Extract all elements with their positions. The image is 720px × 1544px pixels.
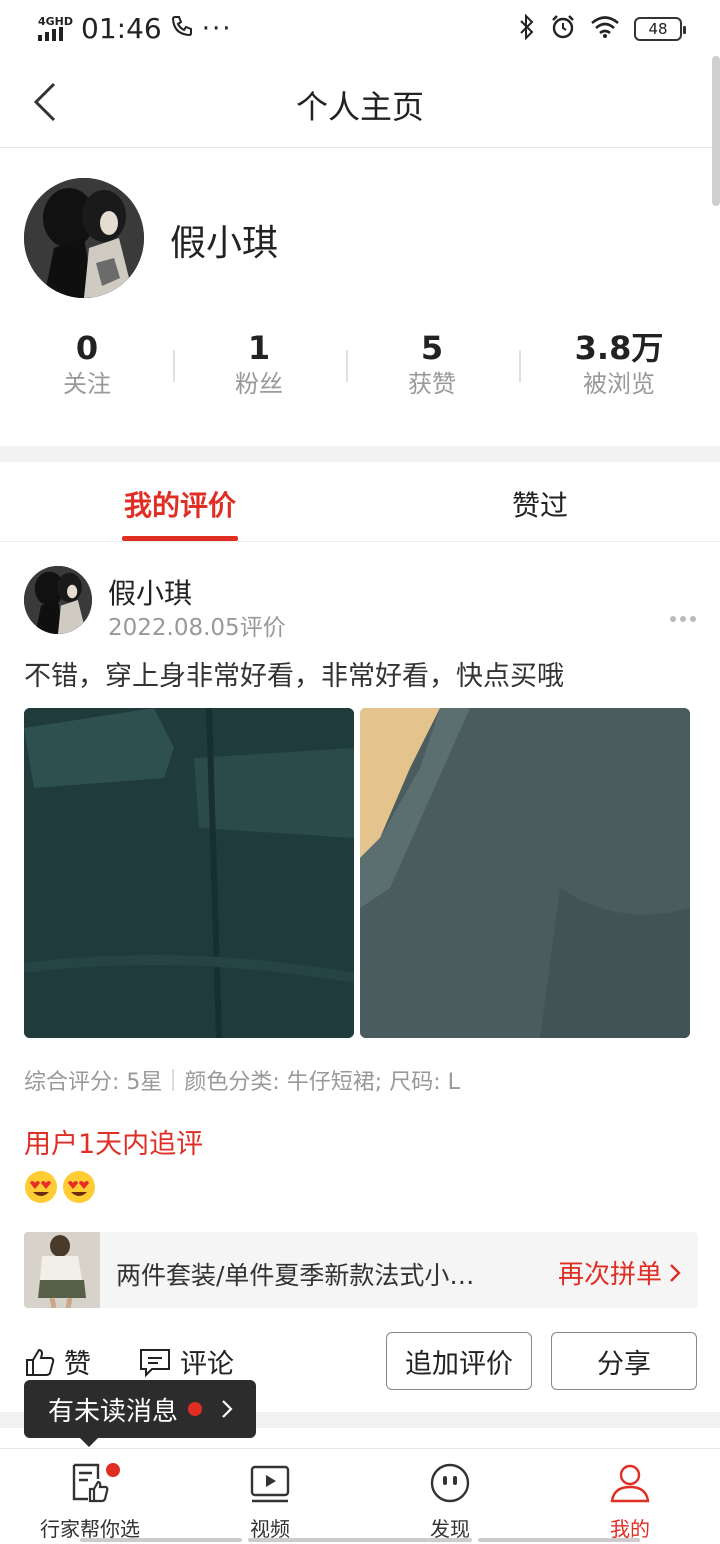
status-right: 48 <box>518 13 686 44</box>
like-button[interactable]: 赞 <box>24 1342 91 1381</box>
nav-bar: 个人主页 <box>0 56 720 148</box>
stat-divider <box>519 350 521 382</box>
alarm-icon <box>550 14 576 44</box>
notification-dot <box>104 1461 122 1479</box>
tab-my-reviews[interactable]: 我的评价 <box>124 484 236 524</box>
review-avatar[interactable] <box>24 566 92 634</box>
profile-name: 假小琪 <box>170 223 279 264</box>
profile-icon <box>550 1459 710 1507</box>
meta-divider <box>172 1069 175 1091</box>
avatar[interactable] <box>24 178 144 298</box>
status-bar: 4GHD 01:46 ··· 48 <box>0 0 720 56</box>
product-card[interactable]: 两件套装/单件夏季新款法式小… 再次拼单 <box>24 1232 698 1308</box>
battery-icon: 48 <box>634 17 686 41</box>
tab-bar: 我的评价 赞过 <box>0 462 720 542</box>
share-button[interactable]: 分享 <box>551 1332 697 1390</box>
home-indicator <box>248 1538 472 1542</box>
clock: 01:46 <box>81 12 162 45</box>
stat-views-label: 被浏览 <box>583 370 655 398</box>
review-photo[interactable] <box>360 708 690 1038</box>
stat-fans-label: 粉丝 <box>235 370 283 398</box>
profile-header: 假小琪 0 关注 1 粉丝 5 获赞 3.8万 被浏览 <box>0 148 720 446</box>
product-thumbnail <box>24 1232 100 1308</box>
review-rating: 综合评分: 5星 <box>24 1070 163 1095</box>
comment-button[interactable]: 评论 <box>138 1342 234 1381</box>
stat-views-count: 3.8万 <box>574 329 664 367</box>
home-indicator <box>478 1538 640 1542</box>
heart-eyes-emoji-icon <box>25 1171 57 1203</box>
unread-message-toast[interactable]: 有未读消息 <box>24 1380 256 1438</box>
stat-following-count: 0 <box>75 329 99 367</box>
thumbs-up-icon <box>26 1348 55 1376</box>
more-options-icon[interactable] <box>670 616 696 622</box>
profile-stats: 0 关注 1 粉丝 5 获赞 3.8万 被浏览 <box>0 328 720 408</box>
discover-icon <box>370 1459 530 1507</box>
signal-icon: 4GHD <box>38 16 73 41</box>
review-meta: 综合评分: 5星 颜色分类: 牛仔短裙; 尺码: L <box>24 1064 460 1096</box>
stat-fans[interactable]: 1 粉丝 <box>224 328 294 400</box>
followup-label: 用户1天内追评 <box>24 1129 204 1160</box>
add-review-button[interactable]: 追加评价 <box>386 1332 532 1390</box>
comment-icon <box>140 1348 170 1377</box>
toast-text: 有未读消息 <box>48 1396 179 1427</box>
stat-following[interactable]: 0 关注 <box>52 328 122 400</box>
tab-me[interactable]: 我的 <box>550 1459 710 1542</box>
phone-call-icon <box>170 12 194 45</box>
product-title: 两件套装/单件夏季新款法式小… <box>116 1261 475 1290</box>
review-date: 2022.08.05评价 <box>108 615 286 641</box>
stat-fans-count: 1 <box>247 329 271 367</box>
chevron-right-icon <box>670 1263 681 1282</box>
home-indicator <box>80 1538 242 1542</box>
heart-eyes-emoji-icon <box>63 1171 95 1203</box>
review-author: 假小琪 <box>108 577 193 610</box>
review-card: 假小琪 2022.08.05评价 不错，穿上身非常好看，非常好看，快点买哦 综合… <box>0 542 720 1412</box>
wifi-icon <box>590 15 620 43</box>
network-label: 4GHD <box>38 15 74 28</box>
bottom-tab-bar: 行家帮你选 视频 发现 我的 <box>0 1448 720 1544</box>
comment-label: 评论 <box>180 1349 234 1380</box>
followup-content <box>24 1170 96 1204</box>
tab-recommend[interactable]: 行家帮你选 <box>10 1459 170 1542</box>
section-divider <box>0 446 720 462</box>
reorder-button[interactable]: 再次拼单 <box>558 1254 682 1291</box>
tab-indicator <box>122 536 238 541</box>
stat-views[interactable]: 3.8万 被浏览 <box>562 328 676 400</box>
review-sku: 颜色分类: 牛仔短裙; 尺码: L <box>184 1070 460 1095</box>
toast-pointer <box>80 1438 98 1447</box>
chevron-right-icon <box>222 1400 233 1418</box>
video-icon <box>190 1459 350 1507</box>
like-label: 赞 <box>64 1349 91 1380</box>
tab-video[interactable]: 视频 <box>190 1459 350 1542</box>
status-left: 4GHD 01:46 ··· <box>38 12 233 45</box>
stat-following-label: 关注 <box>63 370 111 398</box>
stat-divider <box>173 350 175 382</box>
stat-likes[interactable]: 5 获赞 <box>397 328 467 400</box>
review-text: 不错，穿上身非常好看，非常好看，快点买哦 <box>24 661 564 692</box>
bluetooth-icon <box>518 13 536 44</box>
tab-liked[interactable]: 赞过 <box>512 484 568 524</box>
more-dots-icon: ··· <box>201 13 233 44</box>
reorder-label: 再次拼单 <box>557 1260 662 1290</box>
review-photo[interactable] <box>24 708 354 1038</box>
page-title: 个人主页 <box>295 88 424 126</box>
stat-divider <box>346 350 348 382</box>
stat-likes-count: 5 <box>420 329 444 367</box>
stat-likes-label: 获赞 <box>408 370 456 398</box>
tab-discover[interactable]: 发现 <box>370 1459 530 1542</box>
recommend-icon <box>10 1459 170 1507</box>
unread-dot <box>188 1402 203 1416</box>
